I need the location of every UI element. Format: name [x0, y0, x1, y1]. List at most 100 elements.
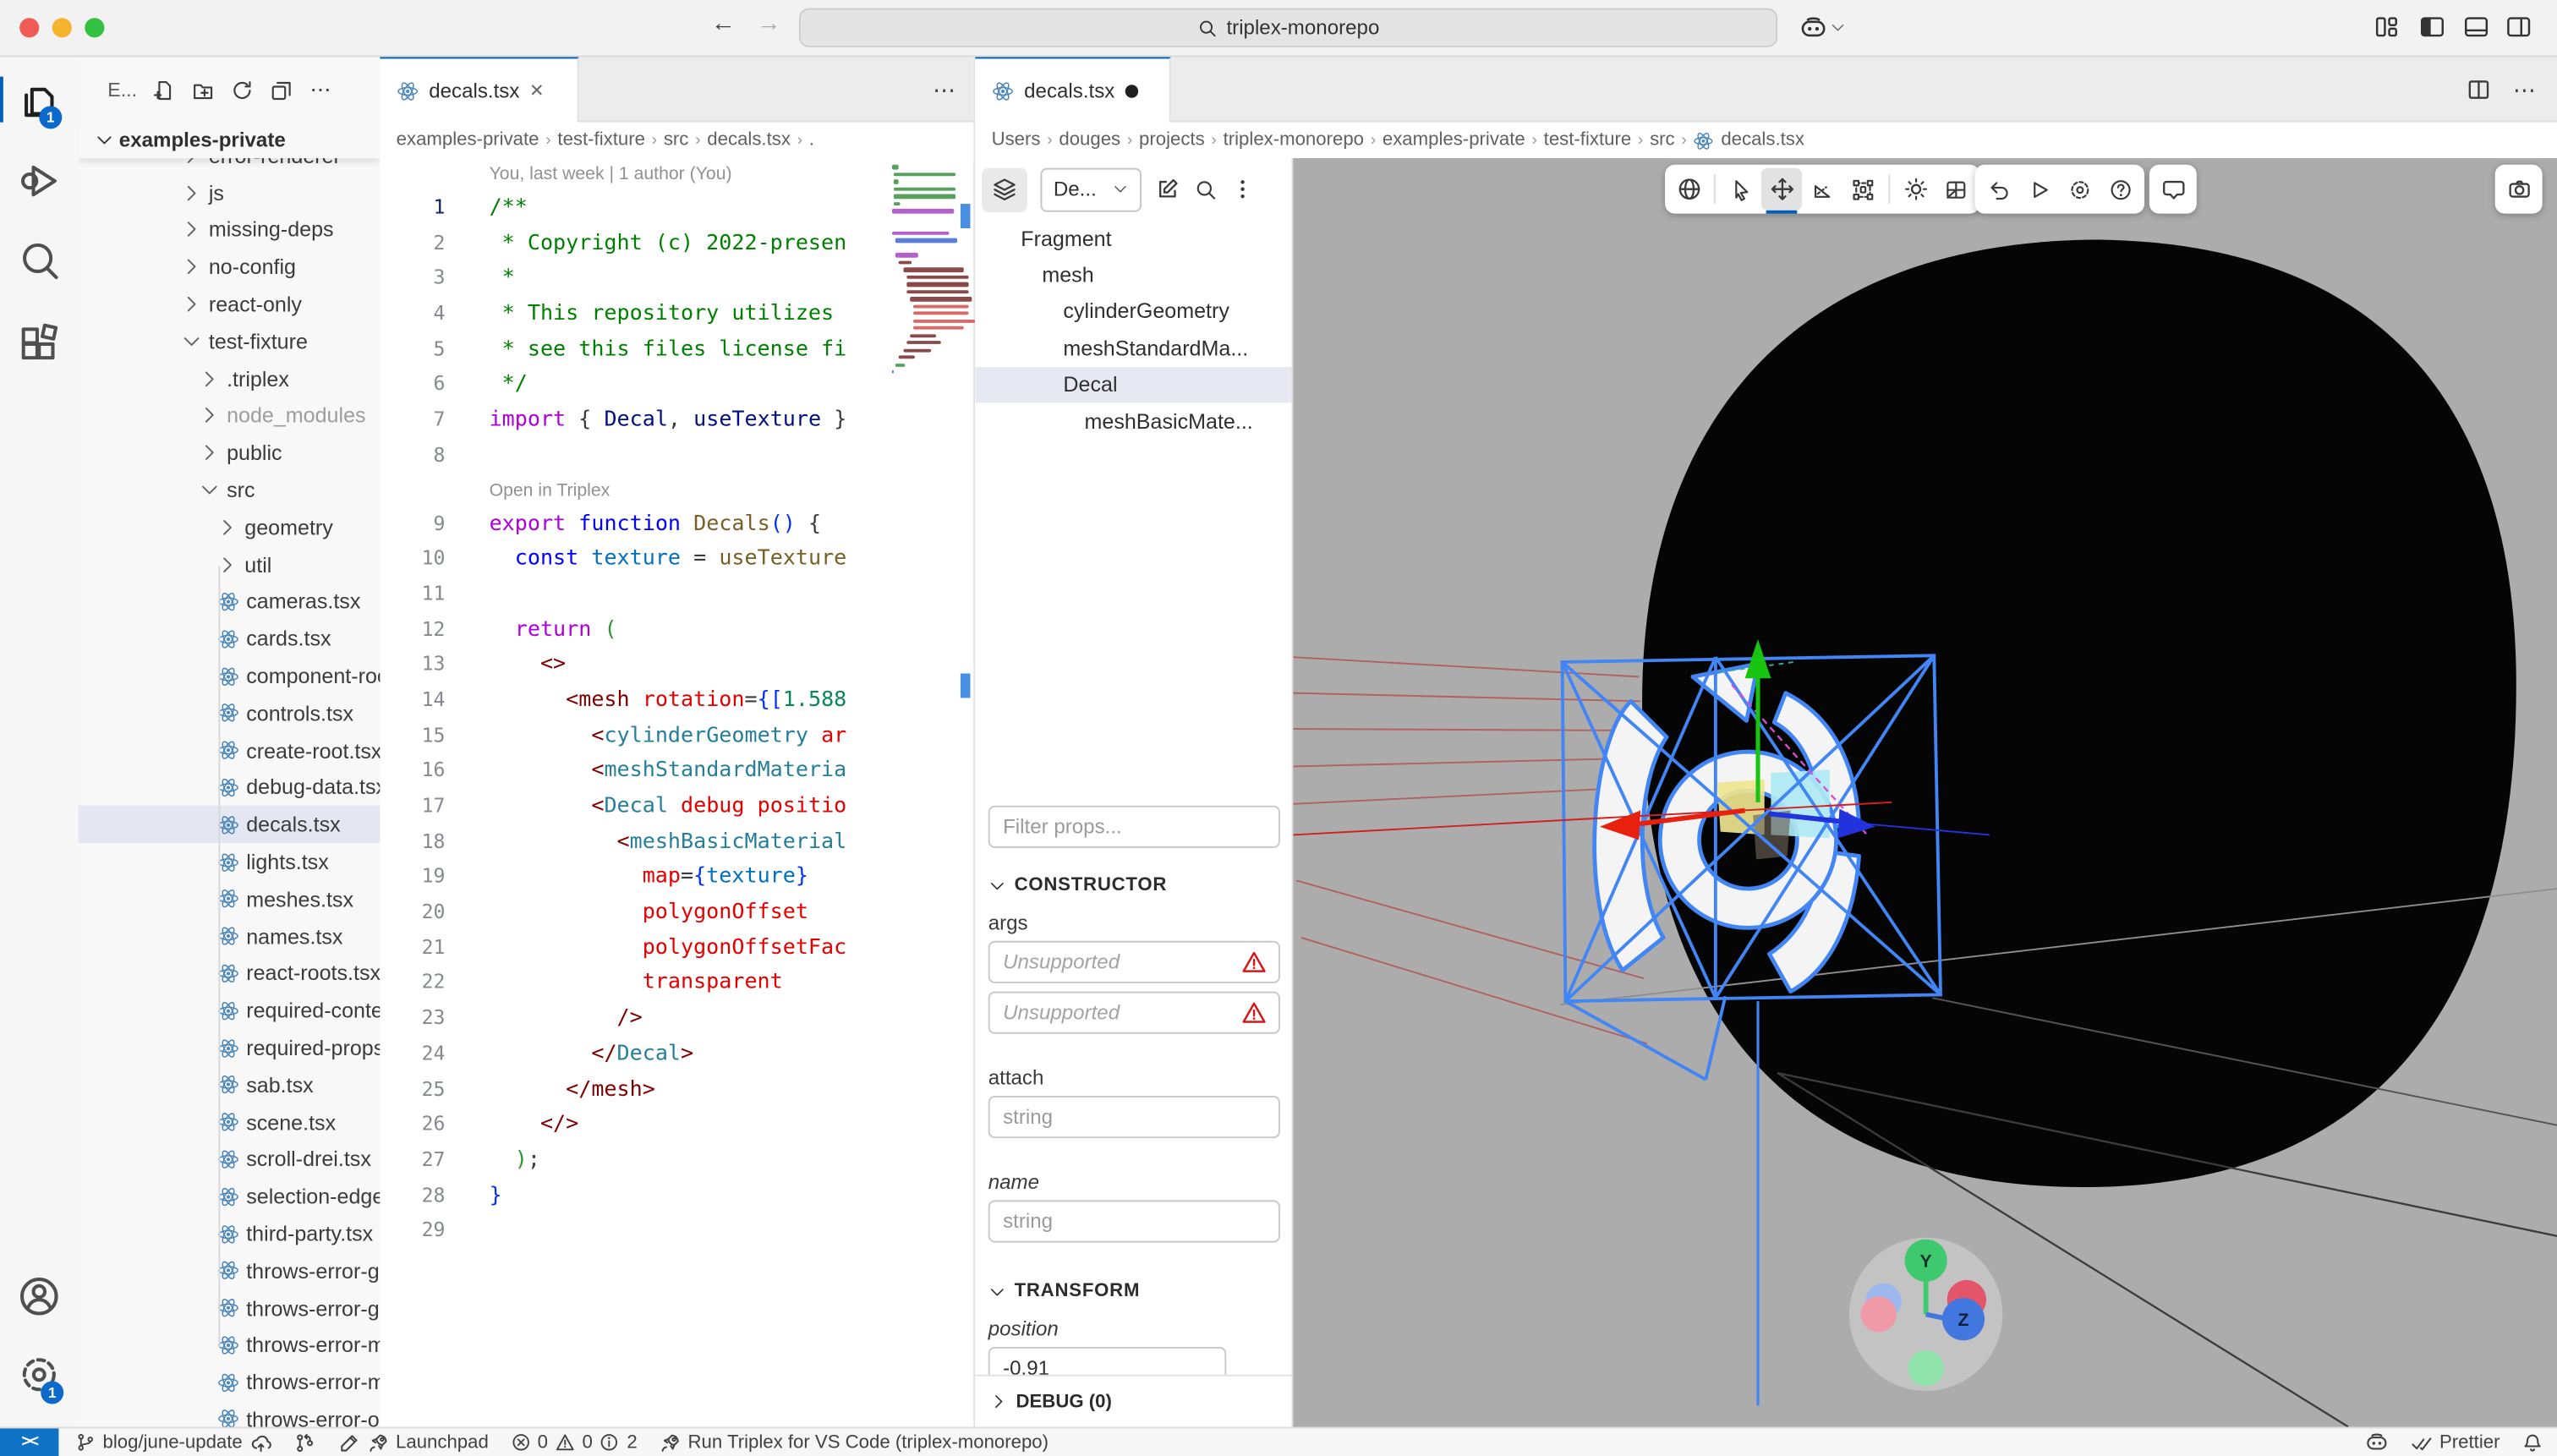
filter-props-input[interactable]: [988, 806, 1280, 848]
breadcrumb-item[interactable]: examples-private: [1383, 130, 1525, 150]
minimize-window-button[interactable]: [52, 18, 72, 37]
toggle-secondary-sidebar-icon[interactable]: [2505, 13, 2532, 41]
section-header-examples-private[interactable]: examples-private: [79, 123, 381, 158]
tab-decals-tsx[interactable]: decals.tsx ✕: [380, 57, 578, 122]
tree-item-decals-tsx[interactable]: decals.tsx: [79, 806, 381, 843]
scene-item-mesh[interactable]: mesh: [975, 257, 1293, 293]
tree-item-throws-error-m-[interactable]: throws-error-m...: [79, 1364, 381, 1401]
tree-item-selection-edge-[interactable]: selection-edge-...: [79, 1178, 381, 1215]
tree-item--triplex[interactable]: .triplex: [79, 360, 381, 397]
tree-item-controls-tsx[interactable]: controls.tsx: [79, 694, 381, 731]
codelens[interactable]: Open in Triplex: [380, 473, 892, 506]
close-tab-icon[interactable]: ✕: [529, 79, 545, 101]
remote-indicator[interactable]: ><: [0, 1427, 58, 1456]
debug-section-header[interactable]: DEBUG (0): [975, 1375, 1293, 1427]
git-branch-item[interactable]: blog/june-update: [75, 1427, 272, 1456]
tree-item-names-tsx[interactable]: names.tsx: [79, 917, 381, 955]
tree-item-react-roots-tsx[interactable]: react-roots.tsx: [79, 955, 381, 992]
back-arrow-icon[interactable]: ←: [711, 10, 736, 38]
edit-code-icon[interactable]: [1154, 176, 1180, 202]
section-header-transform[interactable]: TRANSFORM: [988, 1270, 1280, 1312]
tree-item-react-only[interactable]: react-only: [79, 286, 381, 323]
breadcrumb-item[interactable]: src: [1650, 130, 1675, 150]
play-icon[interactable]: [2019, 168, 2060, 211]
breadcrumb-item[interactable]: projects: [1139, 130, 1205, 150]
prop-input-args[interactable]: [988, 992, 1280, 1034]
launchpad-item[interactable]: Launchpad: [337, 1427, 489, 1456]
scene-item-fragment[interactable]: Fragment: [975, 220, 1293, 256]
run-debug-icon[interactable]: [16, 158, 62, 204]
formatter-item[interactable]: Prettier: [2410, 1427, 2500, 1456]
toggle-sidebar-icon[interactable]: [2418, 13, 2446, 41]
scale-tool-icon[interactable]: [1802, 168, 1842, 211]
code-content[interactable]: You, last week | 1 author (You)1/**2 * C…: [380, 158, 892, 1426]
search-scene-icon[interactable]: [1194, 177, 1218, 201]
customize-layout-icon[interactable]: [2373, 13, 2401, 41]
search-sidebar-icon[interactable]: [16, 239, 62, 285]
codelens[interactable]: You, last week | 1 author (You): [380, 158, 892, 191]
tree-item-create-root-tsx[interactable]: create-root.tsx: [79, 731, 381, 769]
breadcrumb-item[interactable]: triplex-monorepo: [1224, 130, 1364, 150]
settings-icon[interactable]: [2060, 168, 2100, 211]
tree-item-test-fixture[interactable]: test-fixture: [79, 323, 381, 360]
breadcrumb-item[interactable]: .: [809, 130, 814, 150]
tree-item-js[interactable]: js: [79, 174, 381, 211]
tree-item-geometry[interactable]: geometry: [79, 509, 381, 546]
new-file-icon[interactable]: [151, 78, 176, 102]
tree-item-throws-error-gls-[interactable]: throws-error-gls...: [79, 1289, 381, 1327]
copilot-icon[interactable]: [1799, 13, 1828, 42]
breadcrumb-item[interactable]: Users: [992, 130, 1041, 150]
translate-tool-icon[interactable]: [1761, 168, 1802, 211]
breadcrumb-item[interactable]: examples-private: [397, 130, 539, 150]
tree-item-debug-data-tsx[interactable]: debug-data.tsx: [79, 769, 381, 806]
tree-item-meshes-tsx[interactable]: meshes.tsx: [79, 880, 381, 917]
toggle-panel-icon[interactable]: [2462, 13, 2490, 41]
camera-icon[interactable]: [2499, 168, 2539, 211]
breadcrumb-item[interactable]: src: [664, 130, 689, 150]
close-window-button[interactable]: [19, 18, 39, 37]
tree-item-component-root-[interactable]: component-root...: [79, 658, 381, 695]
minimap[interactable]: [892, 158, 957, 648]
more-actions-icon[interactable]: ⋯: [309, 78, 333, 102]
tree-item-cards-tsx[interactable]: cards.tsx: [79, 621, 381, 658]
breadcrumb-item[interactable]: douges: [1059, 130, 1120, 150]
editor-more-actions-icon[interactable]: ⋯: [2511, 77, 2538, 103]
light-icon[interactable]: [1895, 168, 1936, 211]
tree-item-cameras-tsx[interactable]: cameras.tsx: [79, 583, 381, 621]
section-header-constructor[interactable]: CONSTRUCTOR: [988, 864, 1280, 906]
breadcrumb-item[interactable]: decals.tsx: [1721, 130, 1804, 150]
feedback-comment-icon[interactable]: [2153, 168, 2193, 211]
tree-item-no-config[interactable]: no-config: [79, 249, 381, 286]
breadcrumb-item[interactable]: test-fixture: [1544, 130, 1632, 150]
git-compare-item[interactable]: [293, 1427, 316, 1456]
accounts-icon[interactable]: [16, 1273, 62, 1319]
scene-item-cylindergeometry[interactable]: cylinderGeometry: [975, 293, 1293, 330]
kebab-menu-icon[interactable]: [1231, 178, 1254, 200]
collapse-folders-icon[interactable]: [269, 78, 293, 102]
tree-item-node-modules[interactable]: node_modules: [79, 397, 381, 435]
breadcrumb-item[interactable]: test-fixture: [557, 130, 645, 150]
tree-item-required-contex-[interactable]: required-contex...: [79, 992, 381, 1029]
globe-icon[interactable]: [1668, 168, 1709, 211]
tab-decals-tsx-triplex[interactable]: decals.tsx: [975, 57, 1170, 122]
scene-item-meshbasicmate-[interactable]: meshBasicMate...: [975, 402, 1293, 439]
maximize-window-button[interactable]: [85, 18, 104, 37]
select-cursor-icon[interactable]: [1721, 168, 1761, 211]
layers-icon[interactable]: [982, 167, 1027, 211]
tree-item-scene-tsx[interactable]: scene.tsx: [79, 1103, 381, 1141]
notifications-item[interactable]: [2521, 1427, 2544, 1456]
dirty-indicator[interactable]: [1125, 84, 1137, 96]
tree-item-src[interactable]: src: [79, 472, 381, 509]
copilot-status-item[interactable]: [2364, 1427, 2389, 1456]
tree-item-throws-error-on-[interactable]: throws-error-on...: [79, 1401, 381, 1427]
tree-item-third-party-tsx[interactable]: third-party.tsx: [79, 1215, 381, 1252]
split-editor-icon[interactable]: [2466, 77, 2492, 103]
new-folder-icon[interactable]: [191, 78, 216, 102]
editor-more-actions-icon[interactable]: ⋯: [931, 77, 957, 103]
tree-item-required-props-t-[interactable]: required-props.t...: [79, 1029, 381, 1066]
tree-item-public[interactable]: public: [79, 435, 381, 472]
extensions-icon[interactable]: [16, 321, 62, 367]
3d-viewport[interactable]: Y Z: [1293, 158, 2557, 1426]
undo-icon[interactable]: [1978, 168, 2018, 211]
run-triplex-item[interactable]: Run Triplex for VS Code (triplex-monorep…: [659, 1427, 1049, 1456]
